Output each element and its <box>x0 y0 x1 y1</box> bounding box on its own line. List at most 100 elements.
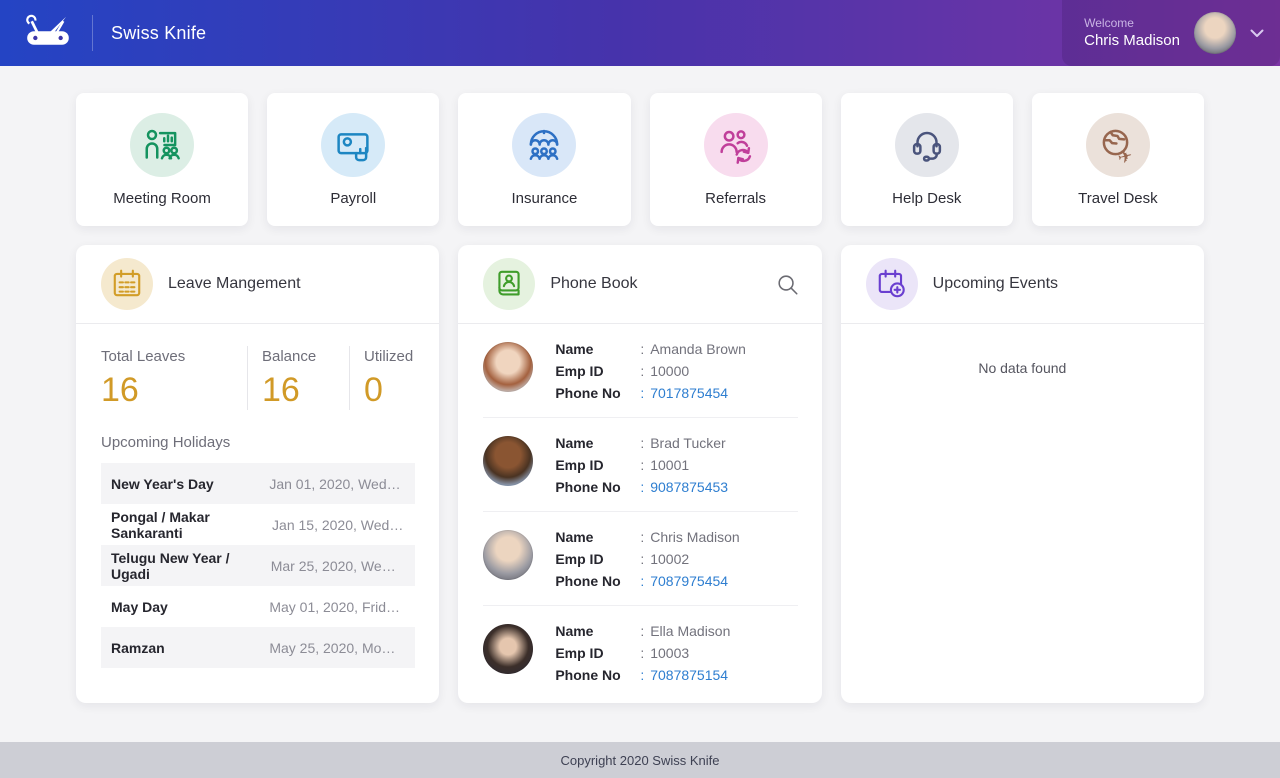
phone-book-panel: Phone Book Name:Amanda Brown Emp ID:1000… <box>458 245 821 703</box>
stat-label: Total Leaves <box>101 348 247 365</box>
meeting-room-icon <box>130 113 194 177</box>
panel-title: Leave Mangement <box>168 275 417 293</box>
contact-label: Emp ID <box>555 454 640 476</box>
holiday-name: Pongal / Makar Sankaranti <box>111 509 272 541</box>
dashboard-panels: Leave Mangement Total Leaves 16 Balance … <box>76 245 1204 703</box>
avatar <box>483 342 533 392</box>
avatar[interactable] <box>1194 12 1236 54</box>
contact-label: Emp ID <box>555 360 640 382</box>
holiday-row: May Day May 01, 2020, Frid… <box>101 586 415 627</box>
avatar <box>483 530 533 580</box>
contact-label: Phone No <box>555 664 640 686</box>
copyright-text: Copyright 2020 Swiss Knife <box>561 753 720 768</box>
quick-link-label: Travel Desk <box>1078 190 1157 207</box>
quick-link-label: Insurance <box>511 190 577 207</box>
quick-link-payroll[interactable]: Payroll <box>267 93 439 226</box>
stat-value: 16 <box>101 371 247 410</box>
empty-state-text: No data found <box>841 324 1204 376</box>
contact-emp-id: 10001 <box>650 457 689 473</box>
user-menu[interactable]: Welcome Chris Madison <box>1062 0 1280 66</box>
upcoming-holidays-title: Upcoming Holidays <box>101 434 415 451</box>
avatar <box>483 436 533 486</box>
payroll-icon <box>321 113 385 177</box>
welcome-label: Welcome <box>1084 15 1134 31</box>
contact-name: Chris Madison <box>650 529 739 545</box>
stat-total-leaves: Total Leaves 16 <box>101 346 247 410</box>
contact-label: Emp ID <box>555 548 640 570</box>
leave-management-panel: Leave Mangement Total Leaves 16 Balance … <box>76 245 439 703</box>
contact-label: Phone No <box>555 570 640 592</box>
holiday-row: Ramzan May 25, 2020, Mo… <box>101 627 415 668</box>
holiday-date: Jan 01, 2020, Wed… <box>269 476 403 492</box>
contact-label: Emp ID <box>555 642 640 664</box>
holiday-date: May 01, 2020, Frid… <box>269 599 403 615</box>
contact-row: Name:Amanda Brown Emp ID:10000 Phone No:… <box>483 324 797 418</box>
holiday-name: New Year's Day <box>111 476 214 492</box>
contact-phone-link[interactable]: 7087875154 <box>650 667 728 683</box>
contact-label: Name <box>555 620 640 642</box>
divider <box>92 15 93 51</box>
panel-title: Phone Book <box>550 275 773 293</box>
contact-label: Phone No <box>555 382 640 404</box>
avatar <box>483 624 533 674</box>
holiday-row: New Year's Day Jan 01, 2020, Wed… <box>101 463 415 504</box>
quick-link-referrals[interactable]: Referrals <box>650 93 822 226</box>
holiday-name: Ramzan <box>111 640 165 656</box>
phone-book-icon <box>483 258 535 310</box>
contact-name: Ella Madison <box>650 623 730 639</box>
phone-book-header: Phone Book <box>458 245 821 324</box>
brand[interactable]: Swiss Knife <box>0 0 206 66</box>
contact-phone-link[interactable]: 7017875454 <box>650 385 728 401</box>
upcoming-events-panel: Upcoming Events No data found <box>841 245 1204 703</box>
holiday-row: Telugu New Year / Ugadi Mar 25, 2020, We… <box>101 545 415 586</box>
holiday-date: Jan 15, 2020, Wed… <box>272 517 403 533</box>
contact-row: Name:Ella Madison Emp ID:10003 Phone No:… <box>483 606 797 699</box>
contact-emp-id: 10000 <box>650 363 689 379</box>
contact-label: Name <box>555 432 640 454</box>
contact-list: Name:Amanda Brown Emp ID:10000 Phone No:… <box>458 324 821 699</box>
holiday-date: May 25, 2020, Mo… <box>269 640 403 656</box>
quick-link-help-desk[interactable]: Help Desk <box>841 93 1013 226</box>
contact-phone-link[interactable]: 9087875453 <box>650 479 728 495</box>
contact-row: Name:Brad Tucker Emp ID:10001 Phone No:9… <box>483 418 797 512</box>
contact-label: Phone No <box>555 476 640 498</box>
insurance-icon <box>512 113 576 177</box>
holiday-row: Pongal / Makar Sankaranti Jan 15, 2020, … <box>101 504 415 545</box>
app-title: Swiss Knife <box>111 23 206 44</box>
travel-desk-icon: ✈ <box>1086 113 1150 177</box>
user-name: Chris Madison <box>1084 31 1180 51</box>
chevron-down-icon[interactable] <box>1250 29 1264 38</box>
stat-value: 0 <box>364 371 415 410</box>
quick-link-label: Payroll <box>330 190 376 207</box>
upcoming-events-header: Upcoming Events <box>841 245 1204 324</box>
quick-link-insurance[interactable]: Insurance <box>458 93 630 226</box>
holiday-name: Telugu New Year / Ugadi <box>111 550 271 582</box>
quick-link-travel-desk[interactable]: ✈ Travel Desk <box>1032 93 1204 226</box>
stat-label: Utilized <box>364 348 415 365</box>
stat-label: Balance <box>262 348 349 365</box>
quick-link-label: Referrals <box>705 190 766 207</box>
stat-utilized: Utilized 0 <box>349 346 415 410</box>
quick-link-label: Meeting Room <box>113 190 211 207</box>
search-icon[interactable] <box>774 271 800 297</box>
contact-label: Name <box>555 338 640 360</box>
quick-link-meeting-room[interactable]: Meeting Room <box>76 93 248 226</box>
contact-row: Name:Chris Madison Emp ID:10002 Phone No… <box>483 512 797 606</box>
contact-name: Brad Tucker <box>650 435 725 451</box>
help-desk-icon <box>895 113 959 177</box>
contact-emp-id: 10002 <box>650 551 689 567</box>
holiday-name: May Day <box>111 599 168 615</box>
holiday-list: New Year's Day Jan 01, 2020, Wed… Pongal… <box>101 463 415 668</box>
contact-emp-id: 10003 <box>650 645 689 661</box>
panel-title: Upcoming Events <box>933 275 1182 293</box>
stat-value: 16 <box>262 371 349 410</box>
contact-phone-link[interactable]: 7087975454 <box>650 573 728 589</box>
welcome-block: Welcome Chris Madison <box>1084 15 1180 51</box>
swiss-knife-logo-icon <box>24 14 72 52</box>
leave-stats: Total Leaves 16 Balance 16 Utilized 0 <box>76 324 439 410</box>
svg-text:✈: ✈ <box>1115 145 1134 165</box>
calendar-add-icon <box>866 258 918 310</box>
footer: Copyright 2020 Swiss Knife <box>0 742 1280 778</box>
stat-balance: Balance 16 <box>247 346 349 410</box>
holiday-date: Mar 25, 2020, We… <box>271 558 404 574</box>
